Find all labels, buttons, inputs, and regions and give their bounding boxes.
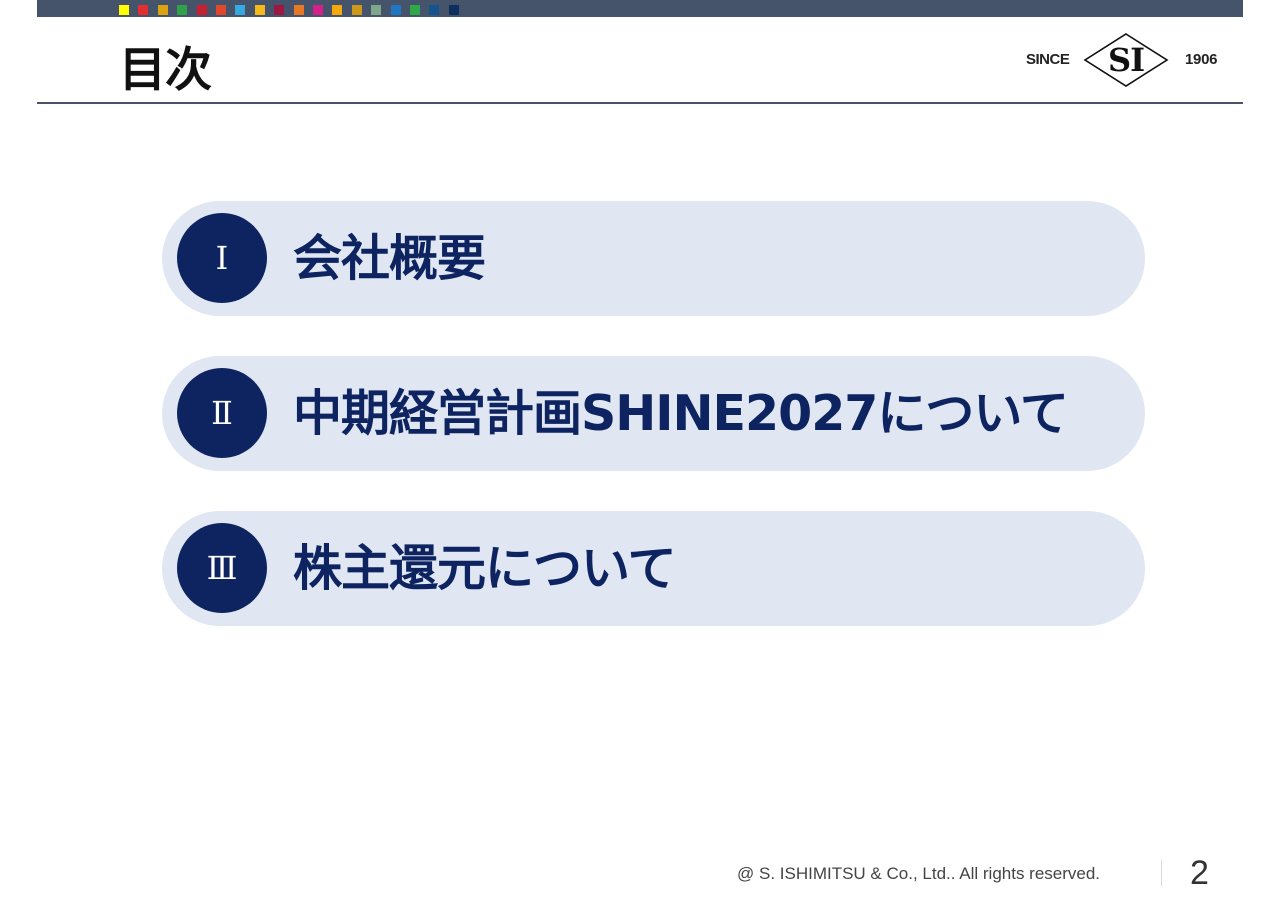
logo-year-text: 1906 <box>1185 51 1218 68</box>
toc-number-badge: Ⅰ <box>177 213 267 303</box>
color-swatch <box>138 5 149 15</box>
color-swatch <box>351 5 362 15</box>
color-swatch <box>371 5 382 15</box>
color-swatch <box>332 5 343 15</box>
page-title: 目次 <box>119 43 212 98</box>
toc-item-label: 株主還元について <box>293 540 677 597</box>
copyright-text: @ S. ISHIMITSU & Co., Ltd.. All rights r… <box>737 864 1101 883</box>
color-swatch <box>313 5 323 15</box>
logo-initials: SI <box>1107 41 1145 79</box>
toc-item-shareholder-returns[interactable]: Ⅲ 株主還元について <box>162 511 1145 626</box>
company-logo: SINCE SI 1906 <box>1020 32 1230 88</box>
toc-number-badge: Ⅲ <box>177 523 267 613</box>
color-swatch <box>119 5 129 15</box>
toc-item-label: 会社概要 <box>293 230 486 287</box>
logo-since-text: SINCE <box>1026 51 1070 68</box>
toc-item-label: 中期経営計画SHINE2027について <box>293 385 1069 442</box>
header-divider <box>37 102 1243 104</box>
color-swatch <box>216 5 226 15</box>
color-swatch <box>429 5 440 15</box>
color-swatch <box>254 5 265 15</box>
color-swatch <box>177 5 188 15</box>
color-swatch <box>196 5 207 15</box>
page-number: 2 <box>1190 854 1209 892</box>
color-swatch <box>274 5 285 15</box>
toc-number-badge: Ⅱ <box>177 368 267 458</box>
color-swatch <box>410 5 420 15</box>
color-swatch <box>157 5 168 15</box>
footer-divider <box>1161 860 1162 886</box>
toc-item-company-overview[interactable]: Ⅰ 会社概要 <box>162 201 1145 316</box>
color-swatch <box>293 5 304 15</box>
color-swatch <box>448 5 459 15</box>
toc-item-mid-term-plan[interactable]: Ⅱ 中期経営計画SHINE2027について <box>162 356 1145 471</box>
color-swatch <box>390 5 401 15</box>
color-swatch <box>235 5 246 15</box>
